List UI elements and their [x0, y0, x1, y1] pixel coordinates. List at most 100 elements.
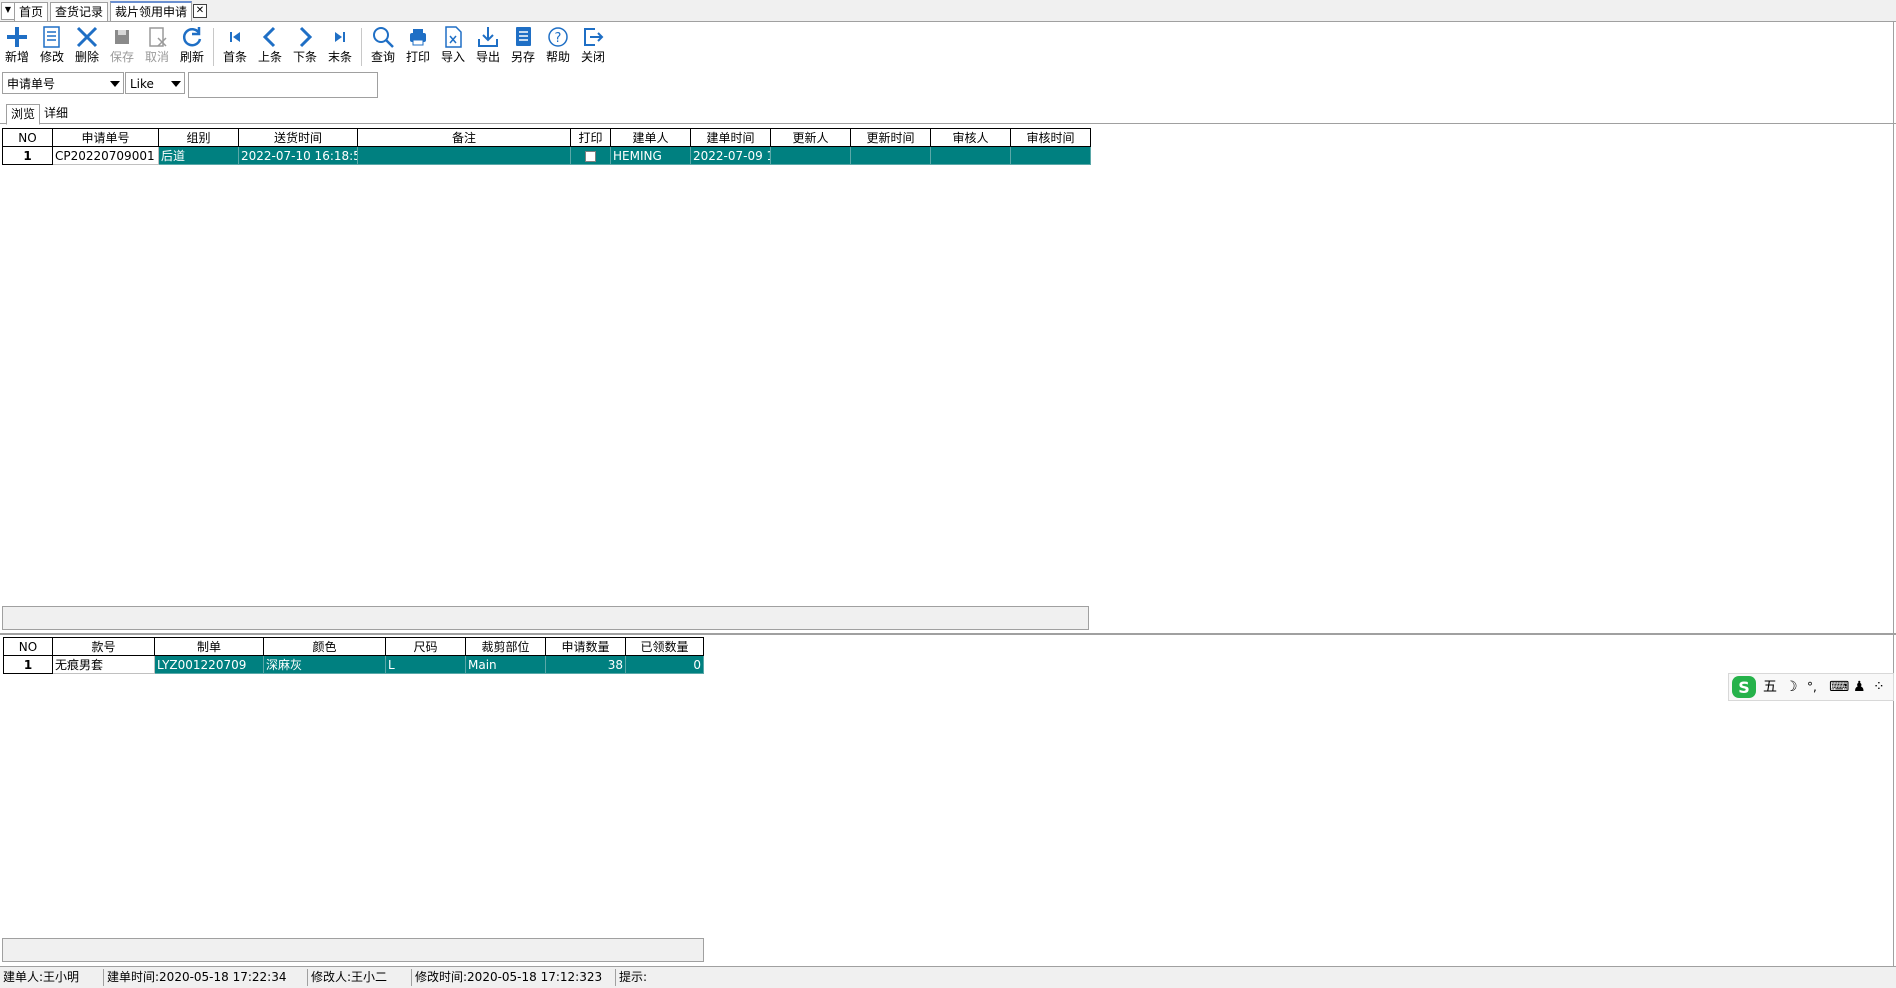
next-record-button[interactable]: 下条	[288, 24, 322, 68]
order-cell[interactable]: LYZ001220709	[154, 655, 264, 674]
style-cell[interactable]: 无痕男套	[52, 655, 155, 674]
tab-home[interactable]: 首页	[14, 2, 49, 21]
previous-record-button[interactable]: 上条	[253, 24, 287, 68]
detail-horizontal-scrollbar[interactable]	[2, 938, 704, 962]
tab-list-dropdown-icon[interactable]: ▼	[1, 2, 15, 20]
moon-icon[interactable]: ☽	[1785, 678, 1798, 696]
refresh-label: 刷新	[179, 50, 204, 64]
sogou-logo-icon[interactable]: S	[1731, 675, 1757, 704]
refresh-button[interactable]: 刷新	[175, 24, 209, 68]
column-header[interactable]: 组别	[158, 128, 239, 147]
grid-menu-icon[interactable]: ⁘	[1873, 678, 1885, 696]
column-header[interactable]: 已领数量	[625, 637, 704, 656]
detail-grid: NO 款号 制单 颜色 尺码 裁剪部位 申请数量 已领数量 1 无痕男套 LYZ…	[3, 637, 704, 674]
column-header[interactable]: 更新人	[770, 128, 851, 147]
audit-time-cell[interactable]	[1010, 146, 1091, 165]
column-header[interactable]: 送货时间	[238, 128, 358, 147]
cut-part-cell[interactable]: Main	[465, 655, 546, 674]
column-header[interactable]: 尺码	[385, 637, 466, 656]
column-header[interactable]: 备注	[357, 128, 571, 147]
column-header[interactable]: 申请单号	[52, 128, 159, 147]
group-cell[interactable]: 后道	[158, 146, 239, 165]
status-modifier: 修改人:王小二	[308, 969, 412, 986]
printer-icon	[401, 24, 435, 50]
column-header[interactable]: NO	[3, 637, 53, 656]
first-record-button[interactable]: 首条	[218, 24, 252, 68]
color-cell[interactable]: 深麻灰	[263, 655, 386, 674]
table-row[interactable]: 1 无痕男套 LYZ001220709 深麻灰 L Main 38 0	[3, 655, 704, 674]
creator-cell[interactable]: HEMING	[610, 146, 691, 165]
save-label: 保存	[109, 50, 134, 64]
column-header[interactable]: 建单时间	[690, 128, 771, 147]
detail-grid-header: NO 款号 制单 颜色 尺码 裁剪部位 申请数量 已领数量	[3, 637, 704, 656]
column-header[interactable]: 更新时间	[850, 128, 931, 147]
ime-mode-toggle[interactable]: 五	[1763, 678, 1777, 696]
remark-cell[interactable]	[357, 146, 571, 165]
tab-browse[interactable]: 浏览	[6, 104, 41, 125]
export-button[interactable]: 导出	[471, 24, 505, 68]
update-time-cell[interactable]	[850, 146, 931, 165]
cancel-button[interactable]: 取消	[140, 24, 174, 68]
first-record-label: 首条	[222, 50, 247, 64]
new-button[interactable]: 新增	[0, 24, 34, 68]
previous-record-label: 上条	[257, 50, 282, 64]
filter-operator-select[interactable]: Like	[125, 72, 185, 94]
download-icon	[471, 24, 505, 50]
punctuation-icon[interactable]: °,	[1807, 678, 1817, 696]
svg-text:?: ?	[555, 31, 562, 46]
column-header[interactable]: 申请数量	[545, 637, 626, 656]
panel-splitter[interactable]	[0, 633, 1896, 635]
svg-text:S: S	[1738, 678, 1750, 697]
export-label: 导出	[475, 50, 500, 64]
ime-toolbar[interactable]: S 五 ☽ °, ⌨ ♟ ⁘	[1728, 673, 1894, 701]
column-header[interactable]: 建单人	[610, 128, 691, 147]
save-button[interactable]: 保存	[105, 24, 139, 68]
cancel-document-icon	[140, 24, 174, 50]
tab-cut-piece-request[interactable]: 裁片领用申请	[110, 1, 193, 21]
column-header[interactable]: NO	[2, 128, 53, 147]
delivery-time-cell[interactable]: 2022-07-10 16:18:5	[238, 146, 358, 165]
help-button[interactable]: ? 帮助	[541, 24, 575, 68]
order-no-cell[interactable]: CP20220709001	[52, 146, 159, 165]
keyboard-icon[interactable]: ⌨	[1829, 678, 1849, 696]
edit-button[interactable]: 修改	[35, 24, 69, 68]
query-button[interactable]: 查询	[366, 24, 400, 68]
updater-cell[interactable]	[770, 146, 851, 165]
delete-button[interactable]: 删除	[70, 24, 104, 68]
column-header[interactable]: 裁剪部位	[465, 637, 546, 656]
received-qty-cell[interactable]: 0	[625, 655, 704, 674]
column-header[interactable]: 审核时间	[1010, 128, 1091, 147]
status-creator: 建单人:王小明	[0, 969, 104, 986]
size-cell[interactable]: L	[385, 655, 466, 674]
tab-inspection-records[interactable]: 查货记录	[50, 2, 109, 21]
column-header[interactable]: 打印	[570, 128, 611, 147]
request-qty-cell[interactable]: 38	[545, 655, 626, 674]
toolbar-separator	[361, 28, 362, 66]
column-header[interactable]: 款号	[52, 637, 155, 656]
master-grid: NO 申请单号 组别 送货时间 备注 打印 建单人 建单时间 更新人 更新时间 …	[2, 128, 1091, 165]
last-record-button[interactable]: 末条	[323, 24, 357, 68]
column-header[interactable]: 审核人	[930, 128, 1011, 147]
tab-detail[interactable]: 详细	[40, 104, 72, 123]
column-header[interactable]: 颜色	[263, 637, 386, 656]
column-header[interactable]: 制单	[154, 637, 264, 656]
save-disk-icon	[105, 24, 139, 50]
auditor-cell[interactable]	[930, 146, 1011, 165]
delete-x-icon	[70, 24, 104, 50]
chevron-right-icon	[288, 24, 322, 50]
save-as-button[interactable]: 另存	[506, 24, 540, 68]
cancel-label: 取消	[144, 50, 169, 64]
table-row[interactable]: 1 CP20220709001 后道 2022-07-10 16:18:5 HE…	[2, 146, 1091, 165]
master-horizontal-scrollbar[interactable]	[2, 606, 1089, 630]
close-button[interactable]: 关闭	[576, 24, 610, 68]
user-icon[interactable]: ♟	[1853, 678, 1866, 696]
close-tab-icon[interactable]: ✕	[193, 4, 207, 18]
filter-field-select[interactable]: 申请单号	[2, 72, 124, 94]
exit-icon	[576, 24, 610, 50]
print-checkbox[interactable]	[585, 150, 596, 162]
create-time-cell[interactable]: 2022-07-09 1	[690, 146, 771, 165]
print-button[interactable]: 打印	[401, 24, 435, 68]
import-button[interactable]: 导入	[436, 24, 470, 68]
filter-value-input[interactable]	[188, 72, 378, 98]
print-cell[interactable]	[570, 146, 611, 165]
